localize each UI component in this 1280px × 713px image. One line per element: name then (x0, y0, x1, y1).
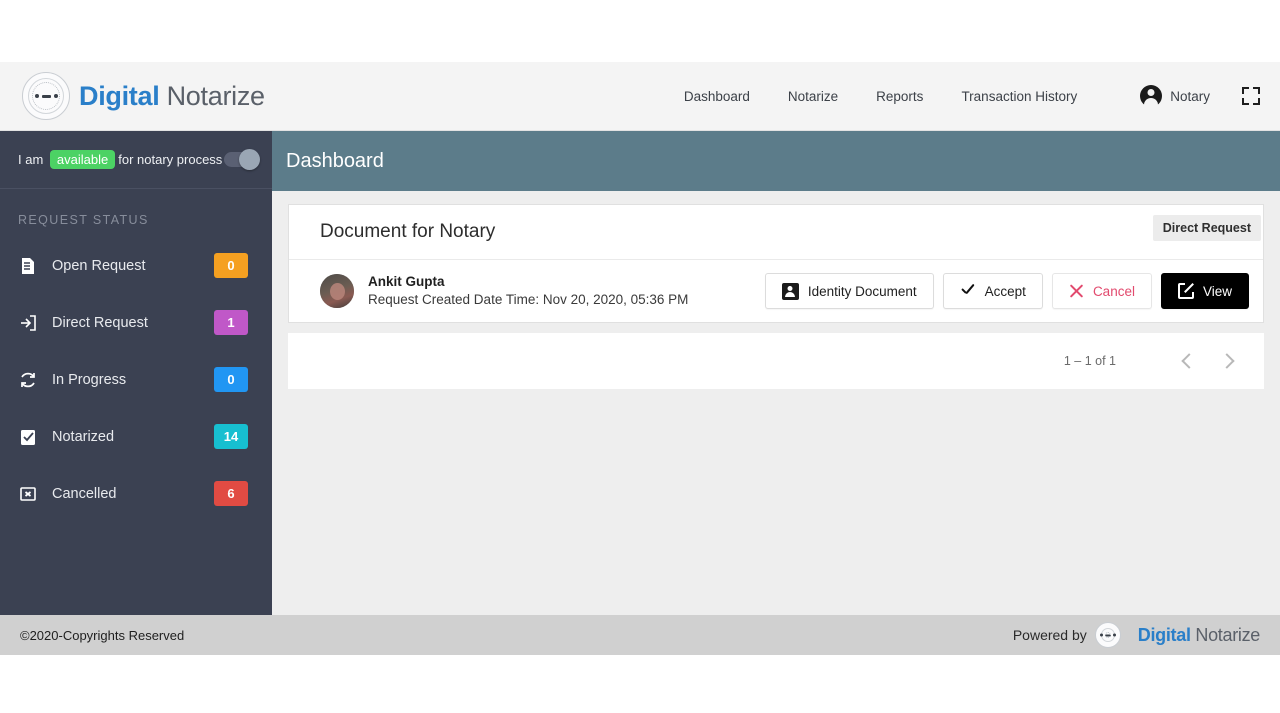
request-info: Ankit Gupta Request Created Date Time: N… (368, 273, 688, 309)
sidebar: I am available for notary process REQUEST… (0, 131, 272, 615)
copyright-text: ©2020-Copyrights Reserved (20, 627, 185, 643)
footer-brand-secondary: Notarize (1190, 624, 1260, 645)
primary-nav: Dashboard Notarize Reports Transaction H… (665, 85, 1280, 107)
open-external-icon (1177, 281, 1196, 299)
notary-seal-icon (22, 72, 70, 120)
cancel-label: Cancel (1092, 283, 1135, 299)
document-icon (18, 256, 38, 276)
chevron-right-icon[interactable] (1208, 341, 1248, 381)
nav-link-transaction-history[interactable]: Transaction History (942, 89, 1096, 104)
nav-link-notarize[interactable]: Notarize (769, 89, 857, 104)
brand-name-secondary: Notarize (159, 80, 265, 111)
sidebar-badge-direct-request: 1 (214, 310, 248, 335)
brand-wordmark: Digital Notarize (79, 81, 265, 112)
nav-link-reports[interactable]: Reports (857, 89, 942, 104)
sidebar-badge-open-request: 0 (214, 253, 248, 278)
table-row: Ankit Gupta Request Created Date Time: N… (289, 260, 1263, 322)
request-created-datetime: Request Created Date Time: Nov 20, 2020,… (368, 292, 689, 307)
application-window: Digital Notarize Dashboard Notarize Repo… (0, 62, 1280, 655)
top-navigation-bar: Digital Notarize Dashboard Notarize Repo… (0, 62, 1280, 131)
identity-document-label: Identity Document (807, 283, 917, 299)
user-menu[interactable]: Notary (1140, 85, 1210, 107)
pagination-range: 1 – 1 of 1 (1063, 354, 1116, 368)
notary-seal-icon-small (1094, 622, 1121, 648)
powered-by: Powered by Digital Notarize (1013, 622, 1260, 648)
accept-label: Accept (984, 283, 1026, 299)
nav-link-dashboard[interactable]: Dashboard (665, 89, 769, 104)
card-title: Document for Notary (320, 221, 496, 242)
identity-document-button[interactable]: Identity Document (764, 273, 934, 309)
availability-prefix: I am (18, 152, 44, 167)
sidebar-badge-cancelled: 6 (214, 481, 248, 506)
sync-icon (18, 370, 38, 390)
availability-text: I am available for notary process (18, 150, 222, 169)
document-for-notary-card: Document for Notary Direct Request Ankit… (288, 204, 1264, 323)
sidebar-badge-in-progress: 0 (214, 367, 248, 392)
arrow-into-box-icon (18, 313, 38, 333)
sidebar-item-notarized[interactable]: Notarized 14 (0, 408, 272, 465)
availability-toggle[interactable] (224, 149, 260, 170)
availability-row: I am available for notary process (0, 131, 272, 189)
row-actions: Identity Document Accept Cancel View (764, 273, 1249, 309)
view-button[interactable]: View (1160, 273, 1249, 309)
footer: ©2020-Copyrights Reserved Powered by Dig… (0, 615, 1280, 655)
sidebar-section-label: REQUEST STATUS (18, 213, 149, 227)
close-x-icon (1069, 284, 1084, 299)
sidebar-item-in-progress[interactable]: In Progress 0 (0, 351, 272, 408)
request-type-tag: Direct Request (1152, 215, 1261, 241)
account-circle-icon (1140, 85, 1163, 107)
page-header: Dashboard (272, 131, 1280, 191)
powered-by-label: Powered by (1012, 627, 1087, 643)
availability-status-badge: available (49, 150, 116, 169)
sidebar-label: Direct Request (52, 314, 148, 331)
sidebar-label: In Progress (52, 371, 127, 388)
check-icon (960, 283, 976, 299)
id-card-icon (781, 282, 799, 300)
user-name-label: Notary (1170, 88, 1210, 104)
sidebar-label: Open Request (52, 257, 146, 274)
sidebar-label: Cancelled (52, 485, 117, 502)
footer-brand-primary: Digital (1137, 624, 1191, 645)
footer-brand-wordmark: Digital Notarize (1137, 624, 1261, 646)
sidebar-label: Notarized (52, 428, 115, 445)
brand-logo[interactable]: Digital Notarize (22, 72, 265, 120)
box-x-icon (18, 484, 38, 504)
availability-suffix: for notary process (118, 152, 223, 167)
avatar (320, 274, 354, 308)
chevron-left-icon[interactable] (1168, 341, 1208, 381)
main-content: Dashboard Document for Notary Direct Req… (272, 131, 1280, 615)
sidebar-item-cancelled[interactable]: Cancelled 6 (0, 465, 272, 522)
accept-button[interactable]: Accept (942, 273, 1043, 309)
sidebar-item-open-request[interactable]: Open Request 0 (0, 237, 272, 294)
page-title: Dashboard (286, 149, 384, 172)
sidebar-badge-notarized: 14 (214, 424, 248, 449)
clipboard-check-icon (18, 427, 38, 447)
requester-name: Ankit Gupta (368, 273, 445, 289)
pagination: 1 – 1 of 1 (288, 333, 1264, 389)
cancel-button[interactable]: Cancel (1051, 273, 1152, 309)
sidebar-item-direct-request[interactable]: Direct Request 1 (0, 294, 272, 351)
fullscreen-icon[interactable] (1242, 87, 1260, 105)
card-header: Document for Notary (289, 205, 1263, 260)
brand-name-primary: Digital (79, 80, 160, 111)
view-label: View (1202, 283, 1232, 299)
